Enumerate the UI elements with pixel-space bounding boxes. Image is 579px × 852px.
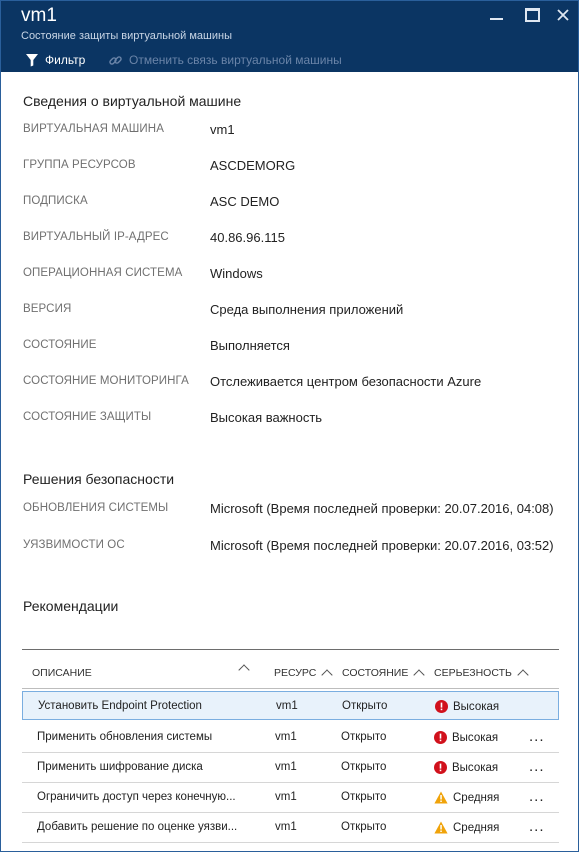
system-updates-label: ОБНОВЛЕНИЯ СИСТЕМЫ <box>23 502 169 514</box>
sort-resource-icon <box>321 668 334 681</box>
close-icon <box>557 9 569 21</box>
row-severity: Высокая <box>434 731 498 744</box>
row-severity-label: Высокая <box>452 731 499 744</box>
blade-header: vm1 Состояние защиты виртуальной машины … <box>1 1 578 72</box>
more-options-button[interactable]: ... <box>529 758 545 775</box>
version-value: Среда выполнения приложений <box>210 302 404 317</box>
maximize-button[interactable] <box>523 7 543 23</box>
more-options-button[interactable]: ... <box>529 818 545 835</box>
row-severity: Средняя <box>434 791 499 804</box>
row-description: Добавить решение по оценке уязви... <box>37 821 238 833</box>
column-label-severity: СЕРЬЕЗНОСТЬ <box>434 667 512 679</box>
table-row[interactable]: Применить шифрование диска vm1 Открыто В… <box>22 753 559 783</box>
filter-button[interactable]: Фильтр <box>25 51 85 69</box>
minimize-icon <box>490 18 503 20</box>
column-label-resource: РЕСУРС <box>274 667 317 679</box>
more-options-button[interactable]: ... <box>529 788 545 805</box>
table-header: ОПИСАНИЕ РЕСУРС СОСТОЯНИЕ СЕРЬЕЗНОСТЬ <box>22 649 559 689</box>
sort-state-icon <box>413 668 426 681</box>
link-icon <box>109 55 122 65</box>
row-resource: vm1 <box>276 700 298 712</box>
row-state: Открыто <box>341 791 387 803</box>
recommendations-title: Рекомендации <box>23 598 119 614</box>
unlink-label: Отменить связь виртуальной машины <box>129 53 342 67</box>
os-vulnerabilities-label: УЯЗВИМОСТИ ОС <box>23 539 125 551</box>
row-severity: Средняя <box>434 821 499 834</box>
filter-icon <box>26 54 38 67</box>
security-solutions-title: Решения безопасности <box>23 471 175 487</box>
row-state: Открыто <box>341 731 387 743</box>
os-label: ОПЕРАЦИОННАЯ СИСТЕМА <box>23 267 183 279</box>
os-value: Windows <box>210 266 263 281</box>
row-resource: vm1 <box>275 761 297 773</box>
row-severity: Высокая <box>435 700 499 713</box>
system-updates-value: Microsoft (Время последней проверки: 20.… <box>210 501 554 516</box>
column-header-description[interactable]: ОПИСАНИЕ <box>32 667 92 679</box>
error-icon <box>434 731 447 744</box>
row-resource: vm1 <box>275 791 297 803</box>
filter-label: Фильтр <box>45 53 86 67</box>
column-header-resource[interactable]: РЕСУРС <box>274 667 334 681</box>
table-row[interactable]: Применить обновления системы vm1 Открыто… <box>22 723 559 753</box>
table-row[interactable]: Установить Endpoint Protection vm1 Откры… <box>22 691 559 720</box>
row-severity-label: Средняя <box>453 791 500 804</box>
unlink-vm-button[interactable]: Отменить связь виртуальной машины <box>108 51 342 69</box>
more-options-button[interactable]: ... <box>529 728 545 745</box>
virtual-ip-value: 40.86.96.115 <box>210 230 285 245</box>
version-label: ВЕРСИЯ <box>23 303 72 315</box>
sort-description-icon[interactable] <box>238 664 250 676</box>
state-label: СОСТОЯНИЕ <box>23 339 97 351</box>
column-header-severity[interactable]: СЕРЬЕЗНОСТЬ <box>434 667 529 681</box>
maximize-icon <box>525 8 540 22</box>
resource-group-value: ASCDEMORG <box>210 158 296 173</box>
row-description: Применить обновления системы <box>37 731 213 743</box>
protection-state-value: Высокая важность <box>210 410 323 425</box>
row-description: Применить шифрование диска <box>37 761 203 773</box>
protection-state-label: СОСТОЯНИЕ ЗАЩИТЫ <box>23 411 152 423</box>
row-severity: Высокая <box>434 761 498 774</box>
error-icon <box>434 761 447 774</box>
os-vulnerabilities-value: Microsoft (Время последней проверки: 20.… <box>210 538 554 553</box>
column-header-state[interactable]: СОСТОЯНИЕ <box>342 667 426 681</box>
vm-details-title: Сведения о виртуальной машине <box>23 93 242 109</box>
blade-title: vm1 <box>21 5 57 26</box>
warning-icon <box>434 791 448 804</box>
warning-icon <box>434 821 448 834</box>
subscription-label: ПОДПИСКА <box>23 195 88 207</box>
row-description: Установить Endpoint Protection <box>38 700 202 712</box>
row-description: Ограничить доступ через конечную... <box>37 791 236 803</box>
column-label-state: СОСТОЯНИЕ <box>342 667 409 679</box>
close-button[interactable] <box>555 7 575 23</box>
row-state: Открыто <box>342 700 388 712</box>
vm-name-label: ВИРТУАЛЬНАЯ МАШИНА <box>23 123 164 135</box>
error-icon <box>435 700 448 713</box>
blade: vm1 Состояние защиты виртуальной машины … <box>0 0 579 852</box>
row-severity-label: Средняя <box>453 821 500 834</box>
row-resource: vm1 <box>275 821 297 833</box>
row-severity-label: Высокая <box>452 761 499 774</box>
row-severity-label: Высокая <box>453 700 500 713</box>
sort-severity-icon <box>517 668 529 681</box>
minimize-button[interactable] <box>487 7 507 23</box>
row-state: Открыто <box>341 761 387 773</box>
monitoring-state-value: Отслеживается центром безопасности Azure <box>210 374 482 389</box>
monitoring-state-label: СОСТОЯНИЕ МОНИТОРИНГА <box>23 375 189 387</box>
vm-name-value: vm1 <box>210 122 235 137</box>
table-row[interactable]: Ограничить доступ через конечную... vm1 … <box>22 783 559 813</box>
column-label-description: ОПИСАНИЕ <box>32 667 92 679</box>
row-resource: vm1 <box>275 731 297 743</box>
state-value: Выполняется <box>210 338 290 353</box>
virtual-ip-label: ВИРТУАЛЬНЫЙ IP-АДРЕС <box>23 231 169 243</box>
resource-group-label: ГРУППА РЕСУРСОВ <box>23 159 136 171</box>
table-row[interactable]: Добавить решение по оценке уязви... vm1 … <box>22 813 559 843</box>
blade-subtitle: Состояние защиты виртуальной машины <box>21 30 232 42</box>
row-state: Открыто <box>341 821 387 833</box>
subscription-value: ASC DEMO <box>210 194 280 209</box>
